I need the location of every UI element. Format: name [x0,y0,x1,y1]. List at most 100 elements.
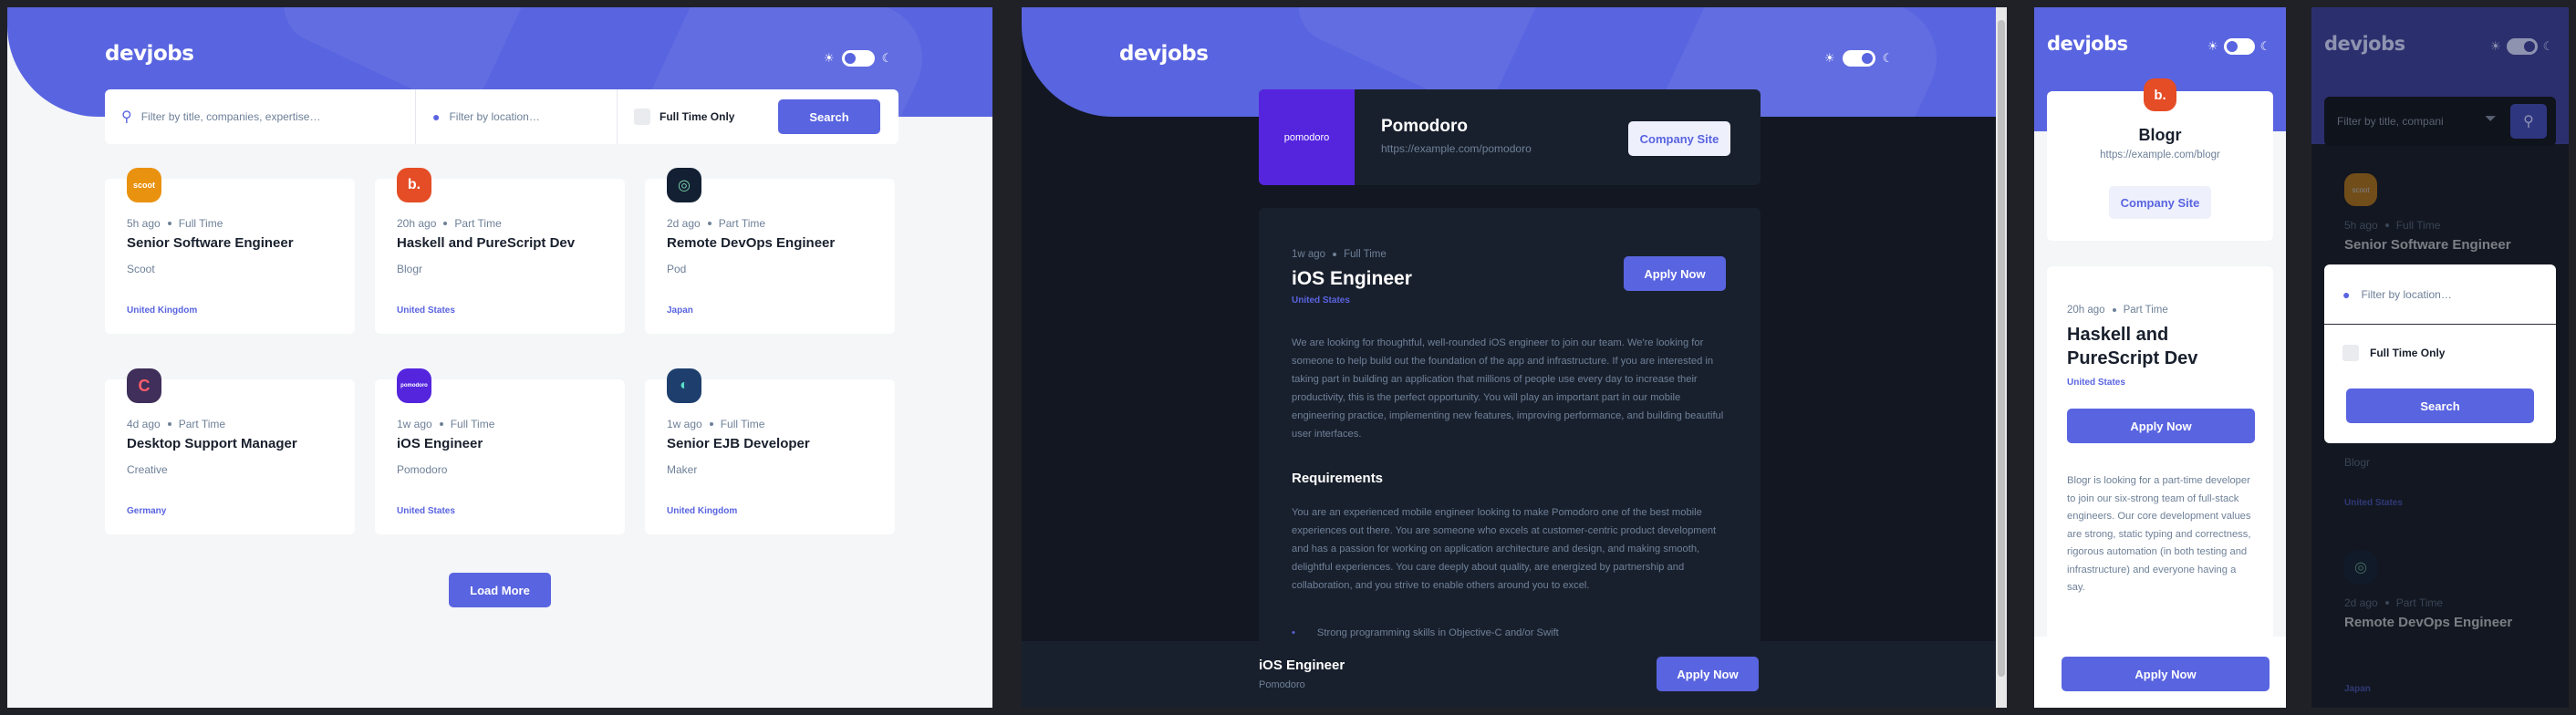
company-website: https://example.com/pomodoro [1381,142,1532,155]
job-title[interactable]: Senior Software Engineer [127,235,294,251]
location-pin-icon: ● [432,109,441,124]
theme-switch[interactable]: ☀ ☾ [2207,38,2270,55]
job-location: United States [397,306,455,316]
search-button[interactable]: ⚲ [2510,104,2547,139]
contract-type: Part Time [2123,305,2168,316]
panel-mobile-detail: devjobs ☀ ☾ b. Blogr https://example.com… [2034,7,2286,708]
footer-job-title: iOS Engineer [1259,658,1345,673]
apply-now-button[interactable]: Apply Now [2067,409,2255,443]
sun-icon: ☀ [824,51,835,65]
devjobs-logo[interactable]: devjobs [2047,33,2128,55]
posted-time: 1w ago [397,418,432,430]
job-detail-card: 1w ago Full Time iOS Engineer United Stat… [1259,208,1761,708]
devjobs-logo[interactable]: devjobs [105,42,194,66]
contract-type: Part Time [454,217,502,230]
sun-icon: ☀ [1824,51,1835,65]
company-name: Maker [667,463,698,476]
company-website: https://example.com/blogr [2100,150,2220,161]
modal-location-row: ● Filter by location… [2324,264,2556,325]
company-name: Pod [667,263,687,275]
footer-apply-button[interactable]: Apply Now [1657,657,1759,691]
job-title[interactable]: Senior EJB Developer [667,436,810,451]
company-header-card: pomodoro Pomodoro https://example.com/po… [1259,89,1761,185]
fulltime-label: Full Time Only [660,110,735,123]
theme-switch[interactable]: ☀ ☾ [2490,38,2553,55]
apply-now-button[interactable]: Apply Now [1624,256,1726,291]
sticky-footer: iOS Engineer Pomodoro Apply Now [1022,641,2007,708]
filter-modal: ● Filter by location… Full Time Only Sea… [2324,264,2556,443]
theme-toggle[interactable] [2506,38,2538,55]
footer-company: Pomodoro [1259,679,1305,690]
scrollbar[interactable] [1996,7,2007,708]
moon-icon: ☾ [2542,39,2554,53]
requirement-item: • Strong programming skills in Objective… [1292,627,1559,638]
title-filter-input[interactable]: Filter by title, compani [2337,115,2444,128]
theme-toggle[interactable] [2223,38,2255,55]
company-logo: scoot [127,168,161,202]
load-more-button[interactable]: Load More [449,573,551,607]
company-site-button[interactable]: Company Site [1628,121,1730,156]
job-title[interactable]: iOS Engineer [397,436,483,451]
job-card[interactable]: ◐ 1w ago Full Time Senior EJB Developer M… [645,368,895,534]
job-location: United States [2067,378,2125,388]
job-title[interactable]: Desktop Support Manager [127,436,297,451]
sun-icon: ☀ [2490,39,2501,53]
job-location: Japan [2344,684,2371,694]
company-logo: C [127,368,161,403]
contract-type: Full Time [2395,219,2441,232]
search-button[interactable]: Search [778,99,880,134]
requirement-text: Strong programming skills in Objective-C… [1316,627,1559,638]
job-description: Blogr is looking for a part-time develop… [2067,475,2251,593]
location-pin-icon: ● [2342,286,2351,302]
modal-fulltime-row: Full Time Only [2342,345,2445,361]
company-logo: pomodoro [397,368,431,403]
company-site-button[interactable]: Company Site [2109,186,2211,219]
job-card[interactable]: b. 20h ago Part Time Haskell and PureScri… [375,168,625,334]
job-detail-card: 20h ago Part Time Haskell and PureScript … [2047,266,2273,649]
contract-type: Part Time [718,217,766,230]
job-location: United Kingdom [127,306,198,316]
search-bar: ⚲ Filter by title, companies, expertise…… [105,89,898,144]
job-title: Senior Software Engineer [2344,237,2511,253]
search-icon: ⚲ [2523,114,2534,130]
modal-location-input[interactable]: Filter by location… [2361,288,2451,301]
company-name: Blogr [397,263,423,275]
theme-switch[interactable]: ☀ ☾ [1824,50,1893,67]
sticky-footer: Apply Now [2034,637,2286,708]
devjobs-logo[interactable]: devjobs [2324,33,2405,55]
job-title[interactable]: Remote DevOps Engineer [667,235,835,251]
devjobs-logo[interactable]: devjobs [1119,42,1209,66]
footer-apply-button[interactable]: Apply Now [2062,657,2270,691]
theme-toggle[interactable] [1842,50,1875,67]
location-filter-input[interactable]: Filter by location… [449,110,539,123]
modal-search-button[interactable]: Search [2346,389,2534,423]
filter-icon[interactable]: ⏷ [2485,111,2497,128]
job-card[interactable]: ◎ 2d ago Part Time Remote DevOps Engineer… [645,168,895,334]
contract-type: Part Time [2395,596,2444,609]
posted-time: 1w ago [1292,249,1326,260]
job-card[interactable]: scoot 5h ago Full Time Senior Software En… [105,168,355,334]
fulltime-checkbox[interactable] [634,109,650,125]
company-logo: ◎ [667,168,701,202]
modal-fulltime-checkbox[interactable] [2342,345,2359,361]
title-filter-input[interactable]: Filter by title, companies, expertise… [141,110,321,123]
job-title: Remote DevOps Engineer [2344,615,2513,630]
theme-toggle[interactable] [841,50,875,67]
job-card[interactable]: pomodoro 1w ago Full Time iOS Engineer Po… [375,368,625,534]
moon-icon: ☾ [881,51,893,65]
company-name: Creative [127,463,168,476]
job-location: United States [2344,498,2403,508]
job-location: United States [1292,295,1350,306]
theme-switch[interactable]: ☀ ☾ [824,50,892,67]
company-name: Scoot [127,263,155,275]
company-name: Blogr [2138,126,2182,144]
contract-type: Full Time [450,418,495,430]
company-logo: b. [397,168,431,202]
requirements-text: You are an experienced mobile engineer l… [1292,507,1717,591]
contract-type: Full Time [720,418,765,430]
job-card[interactable]: C 4d ago Part Time Desktop Support Manage… [105,368,355,534]
modal-fulltime-label: Full Time Only [2370,347,2446,359]
job-location: Japan [667,306,693,316]
job-location: United States [397,506,455,516]
job-title[interactable]: Haskell and PureScript Dev [397,235,575,251]
